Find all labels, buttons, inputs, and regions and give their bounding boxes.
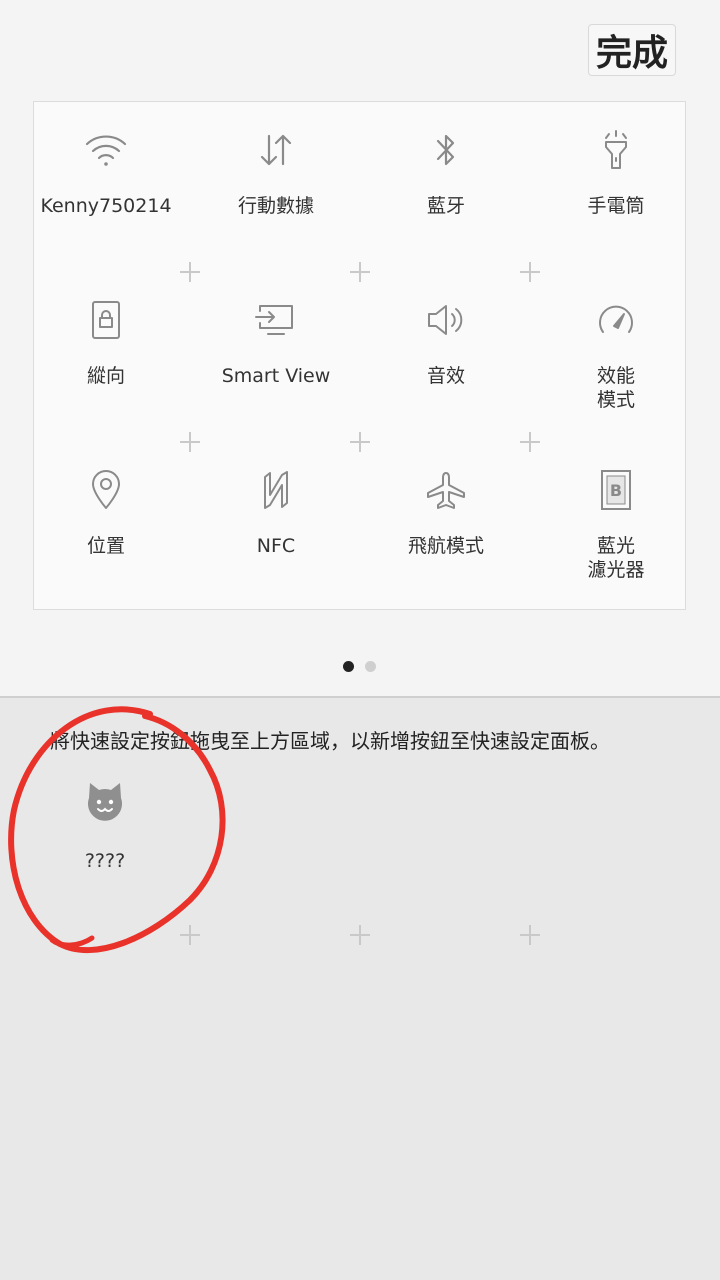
available-tile-unknown[interactable]: ????: [20, 770, 190, 890]
drag-instruction-text: 將快速設定按鈕拖曳至上方區域，以新增按鈕至快速設定面板。: [50, 729, 610, 753]
page-indicator: [343, 661, 383, 673]
mobile-data-icon: [246, 122, 306, 178]
tile-label: 效能 模式: [596, 365, 635, 411]
drop-slot-marker: [180, 262, 200, 282]
wifi-icon: [76, 122, 136, 178]
airplane-icon: [416, 462, 476, 518]
smart-view-icon: [246, 292, 306, 348]
blue-light-filter-icon: B: [586, 462, 646, 518]
performance-mode-icon: [586, 292, 646, 348]
flashlight-icon: [586, 122, 646, 178]
bluetooth-icon: [416, 122, 476, 178]
tile-portrait[interactable]: 縱向: [21, 280, 191, 450]
tile-label: NFC: [256, 535, 296, 557]
cat-icon: [83, 780, 127, 824]
tile-nfc[interactable]: NFC: [191, 450, 361, 620]
tile-label: ????: [84, 850, 126, 872]
tile-smart-view[interactable]: Smart View: [191, 280, 361, 450]
tile-wifi[interactable]: Kenny750214: [21, 110, 191, 280]
page-dot-inactive[interactable]: [365, 661, 376, 672]
drop-slot-marker: [180, 432, 200, 452]
sound-icon: [416, 292, 476, 348]
tile-mobile-data[interactable]: 行動數據: [191, 110, 361, 280]
tile-airplane-mode[interactable]: 飛航模式: [361, 450, 531, 620]
tile-label: Smart View: [221, 365, 331, 387]
drop-slot-marker: [520, 925, 540, 945]
tile-label: 藍光 濾光器: [587, 535, 645, 581]
tile-blue-light-filter[interactable]: B 藍光 濾光器: [531, 450, 701, 620]
tile-location[interactable]: 位置: [21, 450, 191, 620]
drop-slot-marker: [350, 262, 370, 282]
tile-label: 藍牙: [426, 195, 465, 217]
nfc-icon: [246, 462, 306, 518]
tile-label: 縱向: [86, 365, 125, 387]
drop-slot-marker: [520, 262, 540, 282]
drop-slot-marker: [350, 925, 370, 945]
tile-performance-mode[interactable]: 效能 模式: [531, 280, 701, 450]
drop-slot-marker: [350, 432, 370, 452]
portrait-lock-icon: [76, 292, 136, 348]
location-icon: [76, 462, 136, 518]
tile-sound[interactable]: 音效: [361, 280, 531, 450]
svg-text:B: B: [610, 481, 622, 500]
tile-label: 飛航模式: [407, 535, 484, 557]
page-dot-active[interactable]: [343, 661, 354, 672]
tile-flashlight[interactable]: 手電筒: [531, 110, 701, 280]
drop-slot-marker: [180, 925, 200, 945]
active-tiles-panel: Kenny750214 行動數據 藍牙 手電筒 縱向 Smart View 音效…: [33, 101, 686, 610]
tile-label: 位置: [86, 535, 125, 557]
done-button[interactable]: 完成: [588, 24, 676, 76]
tile-bluetooth[interactable]: 藍牙: [361, 110, 531, 280]
tile-label: 音效: [426, 365, 465, 387]
tile-label: Kenny750214: [40, 195, 172, 217]
tile-label: 手電筒: [587, 195, 645, 217]
drop-slot-marker: [520, 432, 540, 452]
tile-label: 行動數據: [237, 195, 314, 217]
